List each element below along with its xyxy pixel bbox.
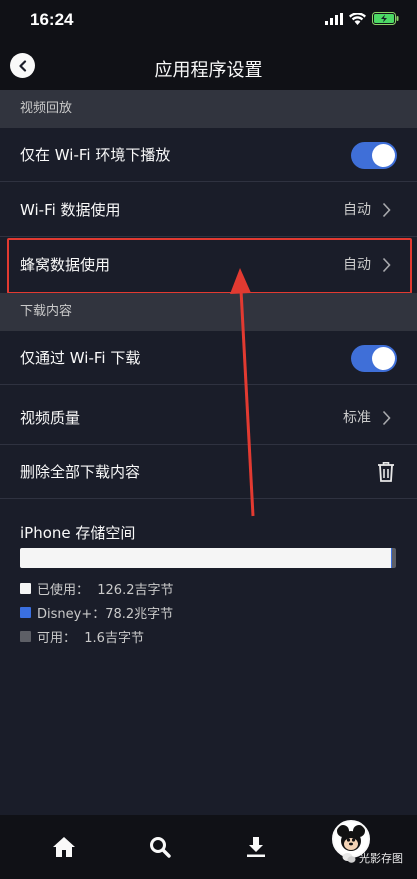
tab-search[interactable] xyxy=(140,827,180,867)
page-title: 应用程序设置 xyxy=(154,60,263,81)
tab-downloads[interactable] xyxy=(236,827,276,867)
highlight-annotation-box xyxy=(7,238,412,294)
toggle-knob xyxy=(372,144,395,167)
setting-value: 自动 xyxy=(343,202,371,218)
toggle-knob xyxy=(372,347,395,370)
setting-row-wifi-data[interactable]: Wi-Fi 数据使用 自动 xyxy=(0,183,417,237)
wifi-only-playback-toggle[interactable] xyxy=(351,142,397,169)
section-header-playback: 视频回放 xyxy=(0,90,417,128)
chevron-right-icon xyxy=(382,410,391,426)
setting-row-video-quality[interactable]: 视频质量 标准 xyxy=(0,391,417,445)
wechat-icon xyxy=(342,853,356,863)
setting-row-wifi-only-download: 仅通过 Wi-Fi 下载 xyxy=(0,331,417,385)
tab-home[interactable] xyxy=(44,827,84,867)
setting-row-delete-downloads[interactable]: 删除全部下载内容 xyxy=(0,445,417,499)
chevron-right-icon xyxy=(382,202,391,218)
status-bar: 16:24 xyxy=(0,0,417,40)
legend-free-label: 可用： 1.6吉字节 xyxy=(37,631,144,646)
status-time: 16:24 xyxy=(30,10,74,29)
search-icon xyxy=(150,837,171,858)
setting-row-wifi-only-playback: 仅在 Wi-Fi 环境下播放 xyxy=(0,128,417,182)
setting-label: Wi-Fi 数据使用 xyxy=(20,201,121,219)
setting-value: 标准 xyxy=(343,410,371,426)
free-swatch xyxy=(20,631,31,642)
legend-used-label: 已使用： 126.2吉字节 xyxy=(37,583,174,598)
home-icon xyxy=(53,837,75,857)
legend-disney: Disney+：78.2兆字节 xyxy=(20,603,173,622)
legend-free: 可用： 1.6吉字节 xyxy=(20,627,144,646)
section-header-downloads: 下载内容 xyxy=(0,293,417,331)
trash-icon[interactable] xyxy=(377,461,395,482)
used-swatch xyxy=(20,583,31,594)
nav-header: 应用程序设置 xyxy=(0,40,417,90)
setting-label: 视频质量 xyxy=(20,409,81,427)
storage-disney-fill xyxy=(390,548,392,568)
storage-title: iPhone 存储空间 xyxy=(20,524,136,542)
watermark-text: 光影存图 xyxy=(359,852,403,865)
watermark: 光影存图 xyxy=(342,850,403,866)
annotation-arrow xyxy=(230,268,255,517)
battery-charging-icon xyxy=(372,12,399,25)
legend-used: 已使用： 126.2吉字节 xyxy=(20,579,173,598)
cellular-signal-icon xyxy=(325,12,343,25)
disney-swatch xyxy=(20,607,31,618)
setting-label: 删除全部下载内容 xyxy=(20,463,141,481)
setting-label: 仅在 Wi-Fi 环境下播放 xyxy=(20,146,171,164)
storage-bar xyxy=(20,548,396,568)
setting-label: 仅通过 Wi-Fi 下载 xyxy=(20,349,141,367)
legend-disney-label: Disney+：78.2兆字节 xyxy=(37,607,174,622)
wifi-icon xyxy=(349,12,366,25)
storage-used-fill xyxy=(20,548,391,568)
download-icon xyxy=(247,837,265,857)
wifi-only-download-toggle[interactable] xyxy=(351,345,397,372)
status-icons xyxy=(325,12,399,25)
